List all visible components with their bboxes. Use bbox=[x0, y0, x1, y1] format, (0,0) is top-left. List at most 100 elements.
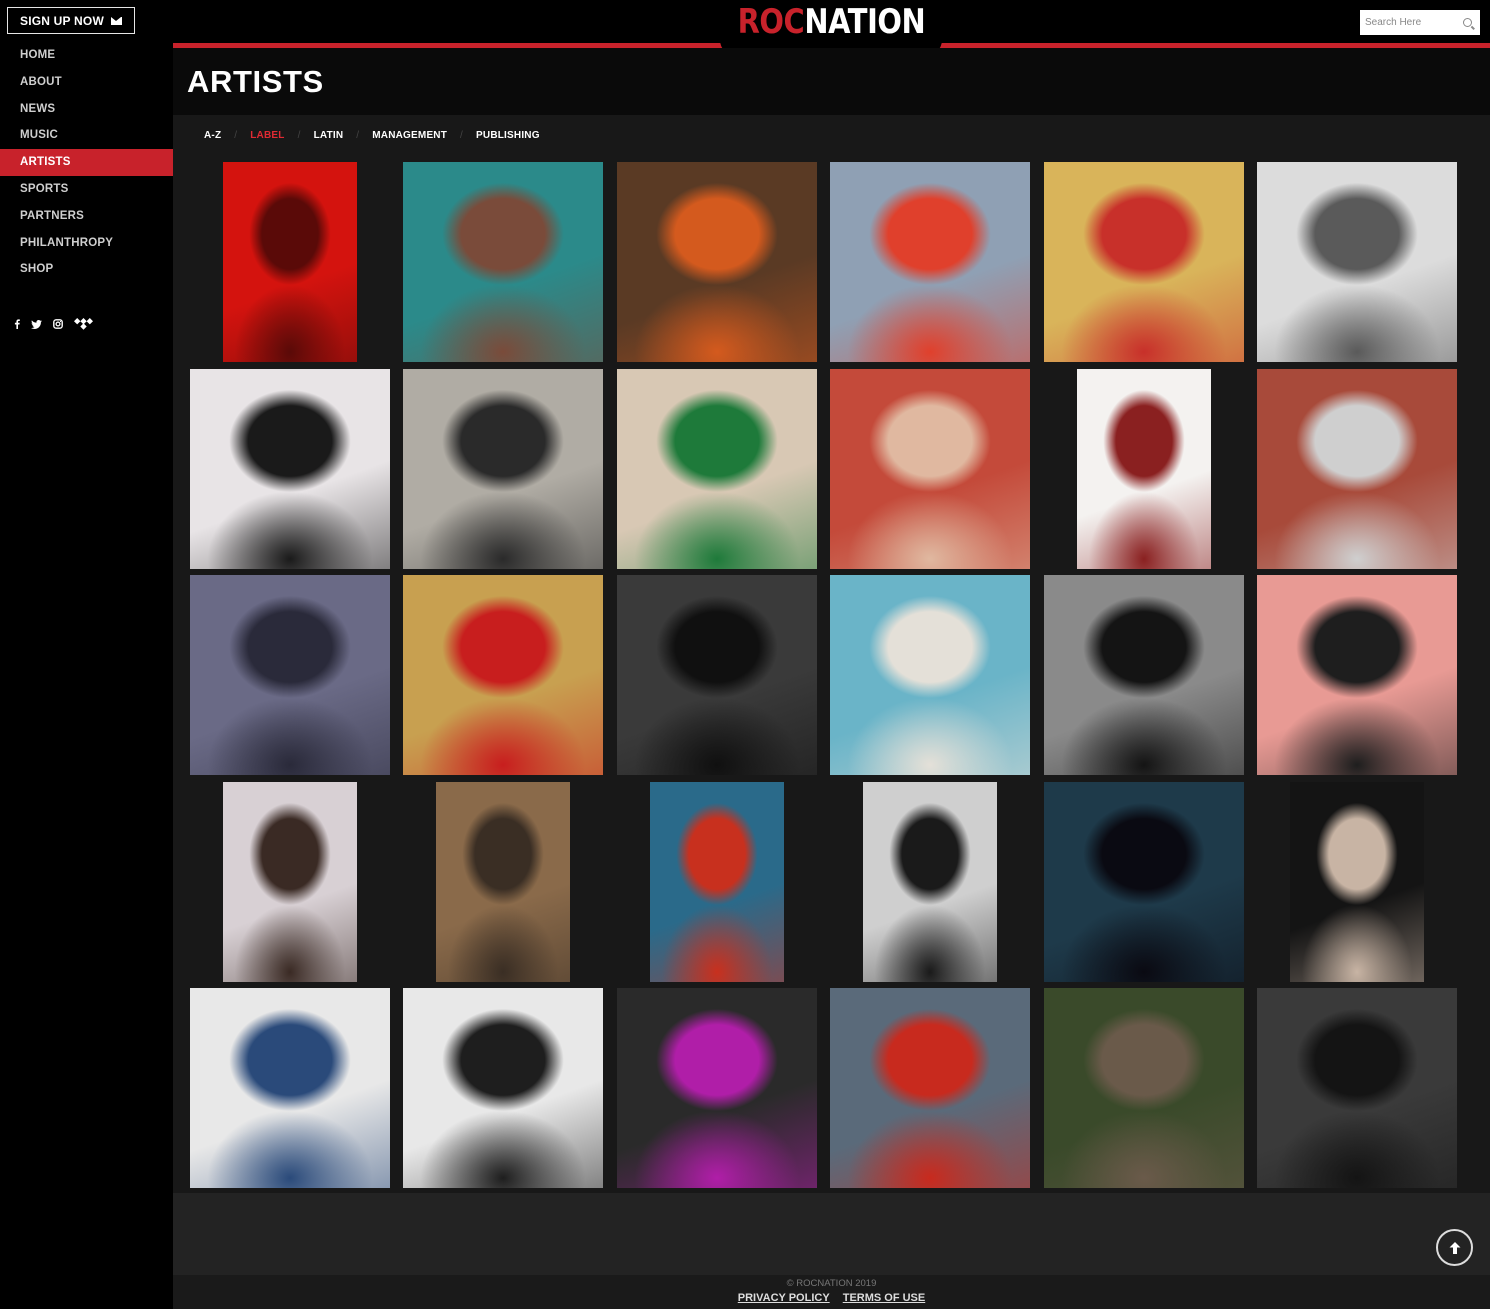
nav-item-sports[interactable]: SPORTS bbox=[0, 176, 173, 203]
filter-tab-management[interactable]: MANAGEMENT bbox=[372, 130, 447, 141]
artist-card[interactable] bbox=[403, 988, 603, 1188]
artist-grid bbox=[190, 162, 1470, 1190]
nav-item-shop[interactable]: SHOP bbox=[0, 256, 173, 283]
artist-photo bbox=[617, 369, 817, 569]
page-title: ARTISTS bbox=[187, 64, 324, 99]
artist-photo bbox=[190, 988, 390, 1188]
artist-photo bbox=[190, 369, 390, 569]
search-icon[interactable] bbox=[1463, 18, 1472, 27]
artist-card[interactable] bbox=[403, 575, 603, 775]
sign-up-label: SIGN UP NOW bbox=[20, 13, 104, 28]
nav-item-about[interactable]: ABOUT bbox=[0, 69, 173, 96]
artist-photo bbox=[1044, 162, 1244, 362]
artist-card[interactable] bbox=[1044, 162, 1244, 362]
copyright: © ROCNATION 2019 bbox=[786, 1278, 877, 1289]
filter-separator: / bbox=[460, 130, 464, 141]
instagram-icon[interactable] bbox=[53, 319, 63, 329]
artist-card[interactable] bbox=[190, 988, 390, 1188]
artist-card[interactable] bbox=[1257, 988, 1457, 1188]
artist-card[interactable] bbox=[830, 369, 1030, 569]
artist-photo bbox=[617, 162, 817, 362]
filter-separator: / bbox=[297, 130, 301, 141]
artist-card[interactable] bbox=[1257, 782, 1457, 982]
artist-photo bbox=[403, 988, 603, 1188]
artist-photo bbox=[1077, 369, 1211, 569]
artist-photo bbox=[830, 988, 1030, 1188]
nav-item-artists[interactable]: ARTISTS bbox=[0, 149, 173, 176]
nav-item-music[interactable]: MUSIC bbox=[0, 122, 173, 149]
artist-photo bbox=[190, 575, 390, 775]
artist-photo bbox=[1044, 782, 1244, 982]
artist-card[interactable] bbox=[403, 369, 603, 569]
artist-photo bbox=[403, 575, 603, 775]
envelope-icon bbox=[111, 16, 122, 25]
twitter-icon[interactable] bbox=[31, 319, 42, 329]
artist-card[interactable] bbox=[1257, 162, 1457, 362]
filter-tab-az[interactable]: A-Z bbox=[204, 130, 221, 141]
social-links bbox=[14, 318, 93, 330]
artist-photo bbox=[223, 162, 357, 362]
artist-card[interactable] bbox=[190, 162, 390, 362]
artist-card[interactable] bbox=[1044, 575, 1244, 775]
artist-photo bbox=[436, 782, 570, 982]
artist-card[interactable] bbox=[617, 369, 817, 569]
search-input[interactable] bbox=[1360, 11, 1460, 34]
artist-card[interactable] bbox=[1044, 988, 1244, 1188]
filter-tab-latin[interactable]: LATIN bbox=[314, 130, 344, 141]
logo-roc: ROC bbox=[737, 2, 804, 42]
artist-card[interactable] bbox=[403, 782, 603, 982]
artist-photo bbox=[830, 162, 1030, 362]
logo-nation: NATION bbox=[803, 2, 925, 42]
artist-card[interactable] bbox=[190, 782, 390, 982]
facebook-icon[interactable] bbox=[14, 319, 20, 329]
nav-item-news[interactable]: NEWS bbox=[0, 96, 173, 123]
artist-card[interactable] bbox=[617, 575, 817, 775]
artist-photo bbox=[403, 162, 603, 362]
artist-photo bbox=[1044, 575, 1244, 775]
artist-photo bbox=[617, 988, 817, 1188]
artist-photo bbox=[617, 575, 817, 775]
artist-photo bbox=[403, 369, 603, 569]
artist-card[interactable] bbox=[403, 162, 603, 362]
artist-card[interactable] bbox=[617, 782, 817, 982]
nav-item-home[interactable]: HOME bbox=[0, 42, 173, 69]
artist-card[interactable] bbox=[617, 162, 817, 362]
artist-card[interactable] bbox=[830, 162, 1030, 362]
artist-card[interactable] bbox=[1044, 369, 1244, 569]
artist-photo bbox=[830, 575, 1030, 775]
filter-separator: / bbox=[234, 130, 238, 141]
terms-of-use-link[interactable]: TERMS OF USE bbox=[843, 1292, 926, 1304]
main-nav: HOME ABOUT NEWS MUSIC ARTISTS SPORTS PARTNERS P… bbox=[0, 42, 173, 283]
artist-photo bbox=[1044, 988, 1244, 1188]
sign-up-button[interactable]: SIGN UP NOW bbox=[7, 7, 135, 34]
artist-photo bbox=[830, 369, 1030, 569]
nav-item-partners[interactable]: PARTNERS bbox=[0, 203, 173, 230]
tidal-icon[interactable] bbox=[74, 318, 93, 330]
artist-card[interactable] bbox=[1257, 575, 1457, 775]
artist-card[interactable] bbox=[617, 988, 817, 1188]
artist-card[interactable] bbox=[830, 782, 1030, 982]
artist-photo bbox=[1257, 988, 1457, 1188]
footer-band bbox=[173, 1193, 1490, 1275]
privacy-policy-link[interactable]: PRIVACY POLICY bbox=[738, 1292, 830, 1304]
footer: © ROCNATION 2019 PRIVACY POLICY TERMS OF… bbox=[173, 1275, 1490, 1309]
sidebar: SIGN UP NOW HOME ABOUT NEWS MUSIC ARTISTS SPO… bbox=[0, 0, 173, 1309]
arrow-up-icon bbox=[1449, 1241, 1460, 1254]
artist-card[interactable] bbox=[190, 369, 390, 569]
page-header: ARTISTS bbox=[173, 48, 1490, 115]
artist-card[interactable] bbox=[830, 988, 1030, 1188]
artist-card[interactable] bbox=[190, 575, 390, 775]
artists-content: A-Z / LABEL / LATIN / MANAGEMENT / PUBLISHING bbox=[173, 115, 1490, 1193]
artist-card[interactable] bbox=[1257, 369, 1457, 569]
filter-tabs: A-Z / LABEL / LATIN / MANAGEMENT / PUBLISHING bbox=[204, 130, 540, 141]
nav-item-philanthropy[interactable]: PHILANTHROPY bbox=[0, 230, 173, 257]
scroll-to-top-button[interactable] bbox=[1436, 1229, 1473, 1266]
artist-card[interactable] bbox=[1044, 782, 1244, 982]
artist-card[interactable] bbox=[830, 575, 1030, 775]
filter-tab-publishing[interactable]: PUBLISHING bbox=[476, 130, 540, 141]
artist-photo bbox=[1257, 162, 1457, 362]
artist-photo bbox=[223, 782, 357, 982]
filter-tab-label[interactable]: LABEL bbox=[250, 130, 284, 141]
artist-photo bbox=[1257, 575, 1457, 775]
artist-photo bbox=[863, 782, 997, 982]
